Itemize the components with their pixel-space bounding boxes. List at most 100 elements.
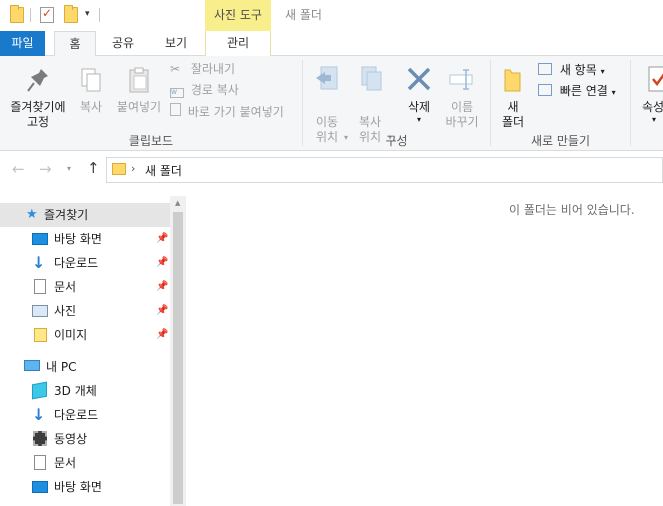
tab-view[interactable]: 보기: [161, 31, 191, 56]
address-input[interactable]: › 새 폴더: [106, 157, 663, 183]
chevron-right-icon[interactable]: ›: [131, 162, 135, 175]
document-icon: [34, 455, 46, 470]
scissors-icon: ✂: [170, 62, 181, 76]
scroll-up-icon[interactable]: ▲: [175, 199, 180, 207]
nav-item-pictures[interactable]: 사진 📌: [0, 299, 170, 323]
nav-item-label: 동영상: [54, 432, 88, 446]
ribbon-tab-bar: 파일 홈 공유 보기 관리: [0, 31, 663, 57]
pin-icon: [27, 69, 48, 92]
nav-item-pc-documents[interactable]: 문서: [0, 451, 170, 475]
nav-item-label: 문서: [54, 280, 77, 294]
scrollbar-thumb[interactable]: [173, 212, 183, 504]
group-separator: [630, 60, 631, 146]
nav-item-images[interactable]: 이미지 📌: [0, 323, 170, 347]
up-arrow-icon[interactable]: ↑: [87, 159, 100, 177]
nav-item-documents[interactable]: 문서 📌: [0, 275, 170, 299]
tab-share[interactable]: 공유: [108, 31, 138, 56]
tab-manage[interactable]: 관리: [205, 31, 271, 56]
easy-access-icon: [538, 84, 552, 96]
qat-separator: [30, 8, 31, 22]
empty-folder-message: 이 폴더는 비어 있습니다.: [509, 203, 635, 217]
pin-quick-access-label: 즐겨찾기에 고정: [10, 100, 66, 129]
cut-button[interactable]: ✂ 잘라내기: [170, 61, 235, 77]
nav-item-videos[interactable]: 동영상: [0, 427, 170, 451]
nav-item-label: 다운로드: [54, 408, 99, 422]
forward-arrow-icon[interactable]: →: [39, 160, 52, 178]
download-arrow-icon: ↓: [32, 405, 46, 424]
nav-item-pc-downloads[interactable]: ↓ 다운로드: [0, 403, 170, 427]
pin-icon[interactable]: 📌: [156, 281, 168, 293]
title-bar: ✓ ▾ 사진 도구 새 폴더: [0, 0, 663, 31]
navigation-pane: ★ 즐겨찾기 바탕 화면 📌 ↓ 다운로드 📌 문서 📌 사진 📌 이미지 📌 …: [0, 196, 186, 506]
nav-item-label: 다운로드: [54, 256, 99, 270]
computer-icon: [24, 360, 40, 371]
tab-file[interactable]: 파일: [0, 31, 45, 56]
copy-path-button[interactable]: W 경로 복사: [170, 82, 239, 98]
paste-shortcut-label: 바로 가기 붙여넣기: [187, 105, 284, 119]
paste-shortcut-icon: [170, 103, 181, 116]
rename-button[interactable]: 이름 바꾸기: [442, 64, 482, 130]
delete-button[interactable]: 삭제 ▾: [398, 64, 440, 125]
organize-group-label: 구성: [385, 134, 408, 148]
new-folder-icon[interactable]: [64, 5, 78, 23]
tab-home[interactable]: 홈: [54, 31, 96, 57]
nav-item-3d-objects[interactable]: 3D 개체: [0, 379, 170, 403]
nav-item-label: 문서: [54, 456, 77, 470]
nav-quick-access-label: 즐겨찾기: [44, 208, 89, 222]
new-item-label: 새 항목: [559, 63, 597, 77]
delete-label: 삭제: [407, 100, 431, 114]
pin-quick-access-button[interactable]: 즐겨찾기에 고정: [3, 66, 73, 130]
clipboard-icon: [129, 67, 149, 93]
new-item-button[interactable]: 새 항목 ▾: [538, 62, 605, 80]
delete-x-icon: [407, 67, 431, 91]
dropdown-arrow-icon: ▾: [611, 88, 616, 97]
properties-label: 속성: [642, 100, 663, 114]
pin-icon[interactable]: 📌: [156, 257, 168, 269]
nav-item-label: 이미지: [54, 328, 88, 342]
desktop-icon: [32, 233, 48, 245]
folder-icon[interactable]: [10, 5, 24, 23]
copy-to-icon: [361, 66, 382, 91]
easy-access-button[interactable]: 빠른 연결 ▾: [538, 83, 616, 101]
properties-button[interactable]: 속성 ▾: [638, 64, 663, 125]
copy-icon: [81, 68, 101, 92]
address-bar-row: ← → ▾ ↑ › 새 폴더: [0, 152, 663, 188]
properties-icon: [648, 66, 663, 92]
picture-icon: [32, 305, 48, 317]
properties-icon[interactable]: ✓: [40, 6, 54, 23]
new-folder-icon: [504, 69, 521, 92]
copy-button[interactable]: 복사: [74, 66, 108, 115]
breadcrumb-current[interactable]: 새 폴더: [145, 162, 182, 179]
pin-icon[interactable]: 📌: [156, 305, 168, 317]
desktop-icon: [32, 481, 48, 493]
clipboard-group-label: 클립보드: [128, 134, 174, 148]
nav-item-label: 3D 개체: [54, 384, 97, 398]
copy-path-label: 경로 복사: [190, 83, 239, 97]
pin-icon[interactable]: 📌: [156, 233, 168, 245]
nav-quick-access[interactable]: ★ 즐겨찾기: [0, 203, 170, 227]
nav-this-pc[interactable]: 내 PC: [0, 355, 170, 379]
back-arrow-icon[interactable]: ←: [12, 160, 25, 178]
new-small-buttons: 새 항목 ▾ 빠른 연결 ▾: [538, 61, 630, 105]
star-icon: ★: [26, 207, 38, 222]
nav-item-desktop[interactable]: 바탕 화면 📌: [0, 227, 170, 251]
nav-item-downloads[interactable]: ↓ 다운로드 📌: [0, 251, 170, 275]
new-folder-button[interactable]: 새 폴더: [496, 64, 530, 130]
new-folder-label: 새 폴더: [501, 100, 525, 129]
qat-customize-icon[interactable]: ▾: [85, 9, 90, 19]
download-arrow-icon: ↓: [32, 253, 46, 272]
navigation-scrollbar[interactable]: ▲: [170, 196, 186, 506]
copy-path-icon: W: [170, 88, 184, 98]
paste-button[interactable]: 붙여넣기: [112, 66, 166, 115]
paste-shortcut-button[interactable]: 바로 가기 붙여넣기: [170, 103, 284, 120]
rename-label: 이름 바꾸기: [445, 100, 479, 129]
recent-locations-icon[interactable]: ▾: [67, 164, 71, 173]
clipboard-small-buttons: ✂ 잘라내기 W 경로 복사 바로 가기 붙여넣기: [170, 61, 300, 127]
qat-separator-2: [99, 8, 100, 22]
nav-item-pc-desktop[interactable]: 바탕 화면: [0, 475, 170, 499]
nav-item-label: 바탕 화면: [54, 232, 102, 246]
nav-item-label: 바탕 화면: [54, 480, 102, 494]
pin-icon[interactable]: 📌: [156, 329, 168, 341]
context-tab-group: 사진 도구: [205, 0, 271, 31]
dropdown-arrow-icon: ▾: [652, 115, 657, 124]
